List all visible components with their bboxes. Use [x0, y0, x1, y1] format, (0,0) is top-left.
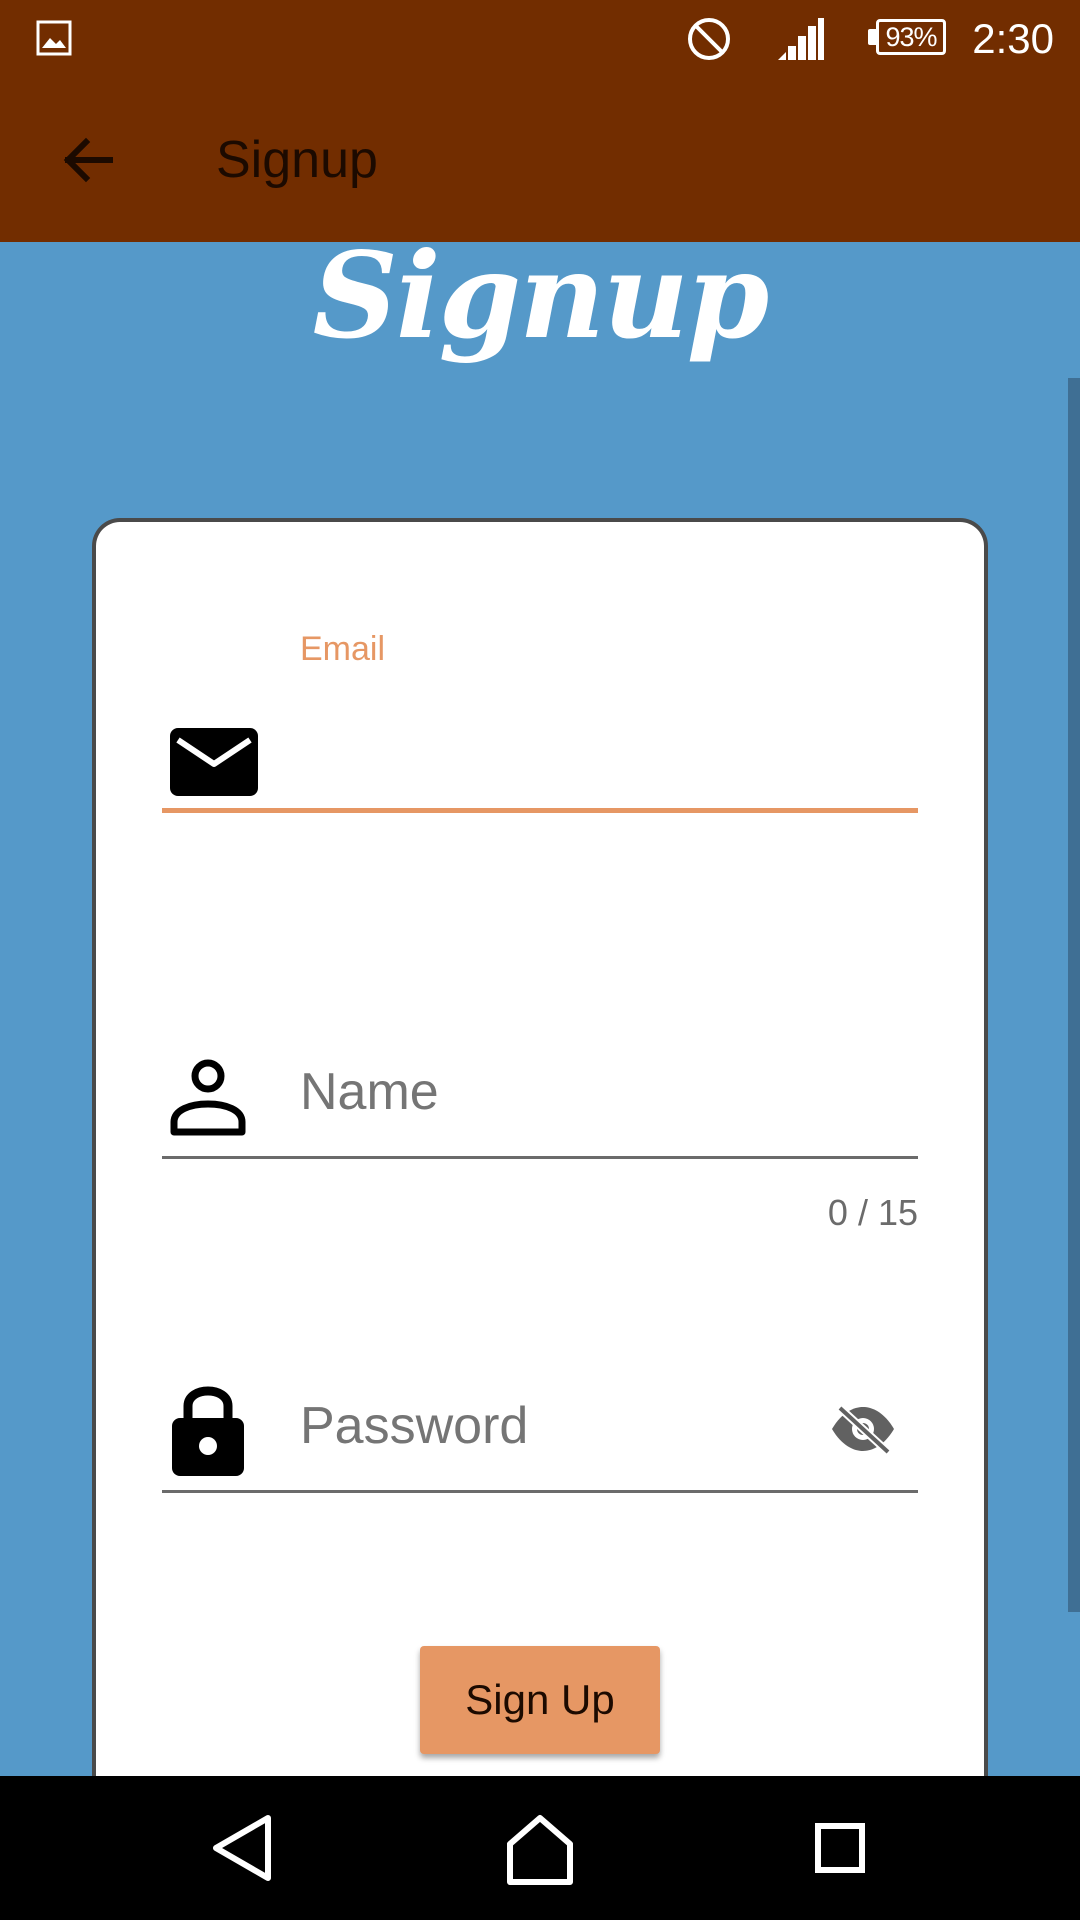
- nav-recents-icon[interactable]: [800, 1808, 880, 1888]
- navigation-bar: [0, 1776, 1080, 1920]
- mail-icon: [170, 728, 258, 796]
- hero-title: Signup: [312, 226, 770, 365]
- battery-percent: 93%: [876, 19, 946, 55]
- nav-home-icon[interactable]: [500, 1808, 580, 1888]
- name-character-counter: 0 / 15: [827, 1192, 918, 1233]
- password-input[interactable]: [300, 1390, 800, 1462]
- signal-icon: [778, 18, 824, 60]
- signup-form-card: Email 0 / 15 Sign Up: [92, 518, 988, 1878]
- status-bar: 93% 2:30: [0, 0, 1080, 78]
- password-field[interactable]: [162, 1358, 918, 1558]
- person-icon: [170, 1059, 246, 1136]
- sign-up-button[interactable]: Sign Up: [420, 1646, 660, 1754]
- email-field[interactable]: Email: [162, 622, 918, 822]
- lock-icon: [172, 1386, 244, 1476]
- gallery-icon: [36, 20, 72, 56]
- nav-back-icon[interactable]: [202, 1808, 282, 1888]
- visibility-off-icon[interactable]: [830, 1404, 896, 1454]
- email-underline: [162, 808, 918, 813]
- battery-cap: [868, 29, 876, 45]
- name-input[interactable]: [300, 1056, 900, 1128]
- app-bar: Signup: [0, 78, 1080, 242]
- name-field[interactable]: 0 / 15: [162, 1022, 918, 1242]
- name-underline: [162, 1156, 918, 1159]
- app-bar-title: Signup: [216, 131, 378, 189]
- do-not-disturb-icon: [688, 18, 730, 60]
- scroll-indicator[interactable]: [1068, 378, 1080, 1612]
- email-label: Email: [300, 630, 386, 668]
- password-underline: [162, 1490, 918, 1493]
- battery-icon: 93%: [868, 18, 950, 58]
- status-clock: 2:30: [972, 15, 1054, 62]
- arrow-back-icon[interactable]: [52, 124, 124, 196]
